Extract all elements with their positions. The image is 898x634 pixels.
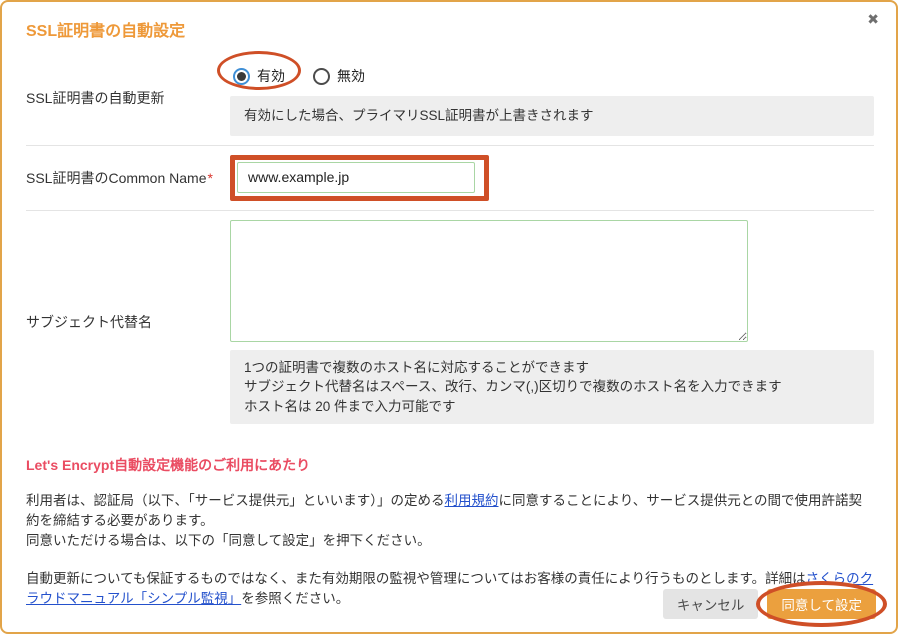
dialog-title: SSL証明書の自動設定: [26, 17, 872, 41]
san-help-line-3: ホスト名は 20 件まで入力可能です: [244, 397, 860, 417]
p1-text-before: 利用者は、認証局（以下、「サービス提供元」といいます）」の定める: [26, 493, 445, 508]
radio-disabled-label: 無効: [337, 66, 365, 86]
dialog-header: SSL証明書の自動設定 ✖: [2, 2, 896, 51]
required-asterisk: *: [208, 170, 213, 186]
san-label: サブジェクト代替名: [26, 312, 230, 332]
p2-text-before: 自動更新についても保証するものではなく、また有効期限の監視や管理についてはお客様…: [26, 571, 806, 586]
submit-button[interactable]: 同意して設定: [767, 589, 876, 619]
notice-heading: Let's Encrypt自動設定機能のご利用にあたり: [26, 455, 874, 475]
san-help: 1つの証明書で複数のホスト名に対応することができます サブジェクト代替名はスペー…: [230, 350, 874, 425]
radio-selected-icon: [233, 68, 250, 85]
auto-renewal-help: 有効にした場合、プライマリSSL証明書が上書きされます: [230, 96, 874, 136]
radio-enabled[interactable]: 有効: [233, 66, 285, 86]
lets-encrypt-notice: Let's Encrypt自動設定機能のご利用にあたり 利用者は、認証局（以下、…: [26, 455, 874, 609]
dialog-footer: キャンセル 同意して設定: [663, 589, 876, 619]
auto-renewal-content: 有効 無効 有効にした場合、プライマリSSL証明書が上書きされます: [230, 60, 874, 136]
radio-enabled-label: 有効: [257, 66, 285, 86]
auto-renewal-radio-group: 有効 無効: [230, 60, 874, 96]
close-icon[interactable]: ✖: [867, 12, 879, 26]
annotation-rect-common-name: [230, 155, 489, 201]
auto-renewal-row: SSL証明書の自動更新 有効 無効 有効にした場合、プライマリSSL証明書が上書…: [26, 51, 874, 145]
radio-disabled[interactable]: 無効: [313, 66, 365, 86]
san-help-line-2: サブジェクト代替名はスペース、改行、カンマ(,)区切りで複数のホスト名を入力でき…: [244, 377, 860, 397]
san-textarea[interactable]: [230, 220, 748, 342]
san-content: 1つの証明書で複数のホスト名に対応することができます サブジェクト代替名はスペー…: [230, 220, 874, 425]
radio-unselected-icon: [313, 68, 330, 85]
san-row: サブジェクト代替名 1つの証明書で複数のホスト名に対応することができます サブジ…: [26, 210, 874, 434]
common-name-label-text: SSL証明書のCommon Name: [26, 170, 207, 186]
p1-line2: 同意いただける場合は、以下の「同意して設定」を押下ください。: [26, 533, 431, 548]
common-name-label: SSL証明書のCommon Name*: [26, 168, 230, 188]
common-name-row: SSL証明書のCommon Name*: [26, 145, 874, 210]
dialog-body: SSL証明書の自動更新 有効 無効 有効にした場合、プライマリSSL証明書が上書…: [2, 51, 896, 609]
san-help-line-1: 1つの証明書で複数のホスト名に対応することができます: [244, 358, 860, 378]
terms-of-use-link[interactable]: 利用規約: [445, 493, 499, 508]
common-name-content: [230, 155, 874, 201]
p2-text-after: を参照ください。: [241, 591, 349, 606]
cancel-button[interactable]: キャンセル: [663, 589, 759, 619]
auto-renewal-label: SSL証明書の自動更新: [26, 88, 230, 108]
submit-button-wrap: 同意して設定: [767, 589, 876, 619]
notice-paragraph-1: 利用者は、認証局（以下、「サービス提供元」といいます）」の定める利用規約に同意す…: [26, 491, 874, 551]
ssl-auto-config-dialog: SSL証明書の自動設定 ✖ SSL証明書の自動更新 有効 無効 有効にした場合: [0, 0, 898, 634]
common-name-input[interactable]: [237, 162, 475, 193]
